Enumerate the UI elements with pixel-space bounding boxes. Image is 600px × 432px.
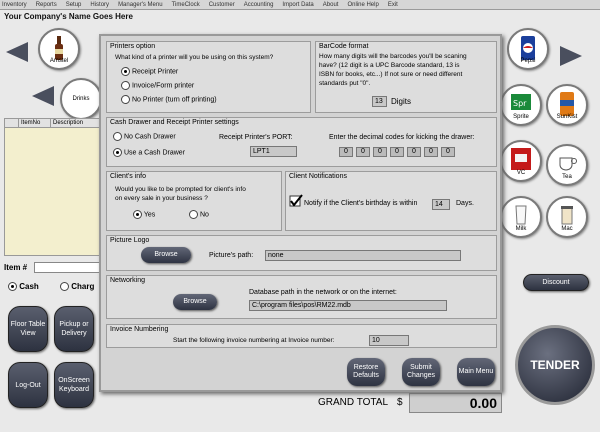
- restore-defaults-button[interactable]: Restore Defaults: [347, 358, 385, 386]
- beer-bottle-icon: [55, 36, 63, 60]
- logo-path-input[interactable]: none: [265, 250, 461, 261]
- receipt-printer-radio[interactable]: [121, 67, 130, 76]
- cash-option[interactable]: Cash: [8, 282, 39, 292]
- client-info-yes-option[interactable]: Yes: [133, 210, 155, 219]
- no-printer-radio[interactable]: [121, 95, 130, 104]
- invoice-numbering-group: Invoice Numbering Start the following in…: [106, 324, 497, 348]
- invoice-number-input[interactable]: 10: [369, 335, 409, 346]
- cash-radio[interactable]: [8, 282, 17, 292]
- back-arrow-icon[interactable]: [32, 86, 54, 106]
- grid-col-itemno: ItemNo: [19, 119, 51, 127]
- no-printer-option[interactable]: No Printer (turn off printing): [121, 95, 217, 104]
- invoice-printer-option[interactable]: Invoice/Form printer: [121, 81, 194, 90]
- receipt-printer-option[interactable]: Receipt Printer: [121, 67, 178, 76]
- menu-help[interactable]: Online Help: [347, 2, 378, 8]
- kick-code-7[interactable]: 0: [441, 147, 455, 157]
- sunkist-icon: [560, 92, 574, 116]
- discount-button[interactable]: Discount: [523, 274, 589, 291]
- no-cash-drawer-radio[interactable]: [113, 132, 122, 141]
- birthday-days-input[interactable]: 14: [432, 199, 450, 210]
- prev-arrow-icon[interactable]: [6, 42, 28, 62]
- item-number-input[interactable]: [34, 262, 102, 273]
- menu-bar: Inventory Reports Setup History Manager'…: [0, 0, 600, 10]
- printer-port-input[interactable]: LPT1: [250, 146, 297, 157]
- next-arrow-icon[interactable]: [560, 46, 582, 66]
- item-mac[interactable]: Mac: [546, 196, 588, 238]
- client-info-no-radio[interactable]: [189, 210, 198, 219]
- pepsi-can-icon: [521, 36, 535, 60]
- charge-radio[interactable]: [60, 282, 69, 292]
- logo-browse-button[interactable]: Browse: [141, 247, 191, 263]
- order-grid[interactable]: ItemNo Description: [4, 118, 104, 256]
- printers-group: Printers option What kind of a printer w…: [106, 41, 311, 113]
- use-cash-drawer-radio[interactable]: [113, 148, 122, 157]
- notifications-group: Client Notifications Notify if the Clien…: [285, 171, 497, 231]
- item-amstel[interactable]: Amstel: [38, 28, 80, 70]
- no-cash-drawer-option[interactable]: No Cash Drawer: [113, 132, 176, 141]
- settings-dialog: Printers option What kind of a printer w…: [99, 34, 502, 392]
- grand-total-label: GRAND TOTAL: [318, 397, 389, 408]
- client-info-yes-radio[interactable]: [133, 210, 142, 219]
- client-info-no-option[interactable]: No: [189, 210, 209, 219]
- database-path-input[interactable]: C:\program files\pos\RM22.mdb: [249, 300, 447, 311]
- item-sunkist[interactable]: SunKist: [546, 84, 588, 126]
- item-milk[interactable]: Milk: [500, 196, 542, 238]
- tender-button[interactable]: TENDER: [515, 325, 595, 405]
- onscreen-keyboard-button[interactable]: OnScreen Keyboard: [54, 362, 94, 408]
- logout-button[interactable]: Log-Out: [8, 362, 48, 408]
- invoice-printer-radio[interactable]: [121, 81, 130, 90]
- menu-exit[interactable]: Exit: [388, 2, 398, 8]
- floor-table-view-button[interactable]: Floor Table View: [8, 306, 48, 352]
- submit-changes-button[interactable]: Submit Changes: [402, 358, 440, 386]
- grid-header: ItemNo Description: [5, 119, 103, 128]
- vc-can-icon: [511, 148, 531, 170]
- kick-code-5[interactable]: 0: [407, 147, 421, 157]
- charge-option[interactable]: Charg: [60, 282, 94, 292]
- printers-question: What kind of a printer will you be using…: [115, 54, 274, 61]
- menu-inventory[interactable]: Inventory: [2, 2, 27, 8]
- grand-total-value: 0.00: [409, 393, 502, 413]
- kick-code-4[interactable]: 0: [390, 147, 404, 157]
- network-browse-button[interactable]: Browse: [173, 294, 217, 310]
- menu-about[interactable]: About: [323, 2, 339, 8]
- item-tea[interactable]: Tea: [546, 144, 588, 186]
- kick-code-2[interactable]: 0: [356, 147, 370, 157]
- barcode-digits-input[interactable]: 13: [372, 96, 387, 107]
- networking-group: Networking Browse Database path in the n…: [106, 275, 497, 319]
- menu-setup[interactable]: Setup: [66, 2, 82, 8]
- company-name: Your Company's Name Goes Here: [4, 12, 133, 21]
- item-sprite[interactable]: Spr Sprite: [500, 84, 542, 126]
- use-cash-drawer-option[interactable]: Use a Cash Drawer: [113, 148, 185, 157]
- kick-code-1[interactable]: 0: [339, 147, 353, 157]
- svg-text:Spr: Spr: [513, 99, 527, 108]
- item-pepsi[interactable]: Pepsi: [507, 28, 549, 70]
- coffee-cup-icon: [561, 206, 573, 225]
- item-vc[interactable]: VC: [500, 140, 542, 182]
- currency-symbol: $: [397, 397, 403, 408]
- menu-reports[interactable]: Reports: [36, 2, 57, 8]
- birthday-notify-checkbox[interactable]: [289, 194, 303, 208]
- barcode-group: BarCode format How many digits will the …: [315, 41, 497, 113]
- kick-code-6[interactable]: 0: [424, 147, 438, 157]
- item-number-label: Item #: [4, 263, 28, 272]
- menu-managers[interactable]: Manager's Menu: [118, 2, 163, 8]
- tea-cup-icon: [559, 157, 577, 171]
- main-menu-button[interactable]: Main Menu: [457, 358, 495, 386]
- menu-accounting[interactable]: Accounting: [244, 2, 274, 8]
- milk-glass-icon: [515, 205, 527, 225]
- menu-timeclock[interactable]: TimeClock: [172, 2, 200, 8]
- kick-code-3[interactable]: 0: [373, 147, 387, 157]
- category-drinks[interactable]: Drinks: [60, 78, 102, 120]
- picture-logo-group: Picture Logo Browse Picture's path: none: [106, 235, 497, 271]
- menu-customer[interactable]: Customer: [209, 2, 235, 8]
- drawer-group: Cash Drawer and Receipt Printer settings…: [106, 117, 497, 167]
- menu-history[interactable]: History: [90, 2, 109, 8]
- pickup-delivery-button[interactable]: Pickup or Delivery: [54, 306, 94, 352]
- menu-import[interactable]: Import Data: [282, 2, 313, 8]
- client-info-group: Client's info Would you like to be promp…: [106, 171, 282, 231]
- sprite-icon: Spr: [511, 94, 531, 110]
- grid-col-description: Description: [51, 119, 103, 127]
